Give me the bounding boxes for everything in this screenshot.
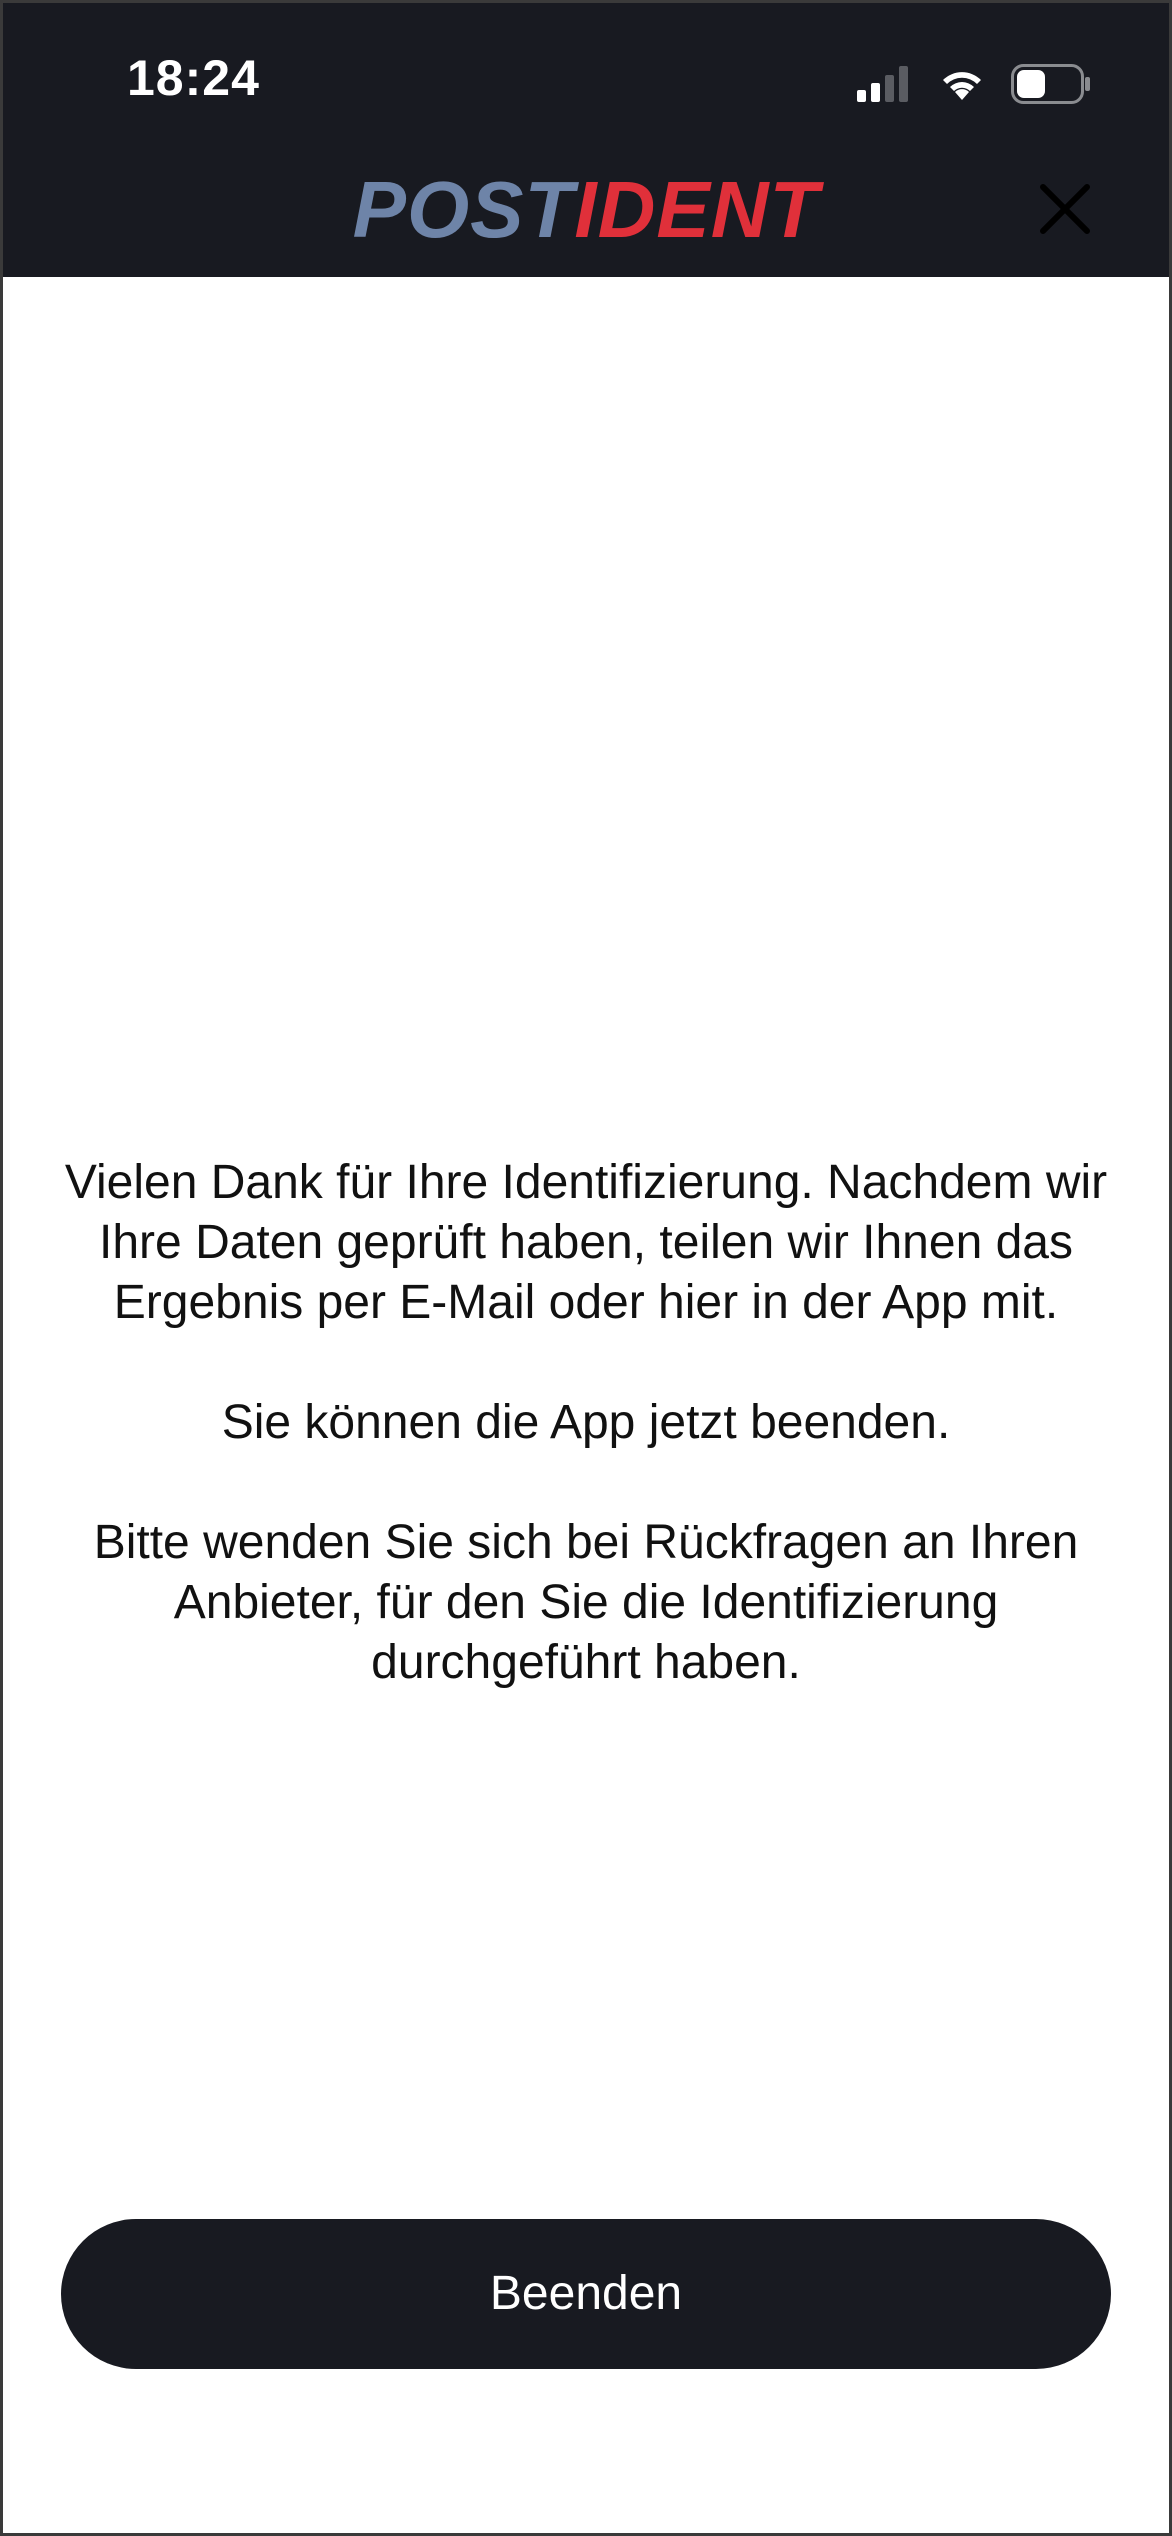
message-paragraph-exit: Sie können die App jetzt beenden.: [221, 1396, 951, 1449]
app-screen: 18:24 POSTIDENT Vielen Dank für Ihre Ide…: [3, 3, 1169, 2533]
finish-button[interactable]: Beenden: [61, 2219, 1111, 2369]
status-time: 18:24: [127, 50, 260, 106]
battery-icon: [1011, 64, 1090, 104]
wifi-icon: [943, 72, 981, 100]
confirmation-message: Vielen Dank für Ihre Identifizierung. Na…: [53, 1153, 1119, 1693]
logo-ident-text: IDENT: [574, 165, 820, 254]
message-paragraph-thanks: Vielen Dank für Ihre Identifizierung. Na…: [64, 1156, 1108, 1329]
header-bar: 18:24 POSTIDENT: [3, 3, 1169, 277]
close-icon[interactable]: [1035, 179, 1095, 239]
cellular-signal-icon: [857, 66, 913, 102]
postident-logo: POSTIDENT: [3, 165, 1169, 255]
status-icons: [857, 61, 1091, 107]
logo-post-text: POST: [352, 165, 575, 254]
message-paragraph-contact: Bitte wenden Sie sich bei Rückfragen an …: [93, 1516, 1079, 1689]
